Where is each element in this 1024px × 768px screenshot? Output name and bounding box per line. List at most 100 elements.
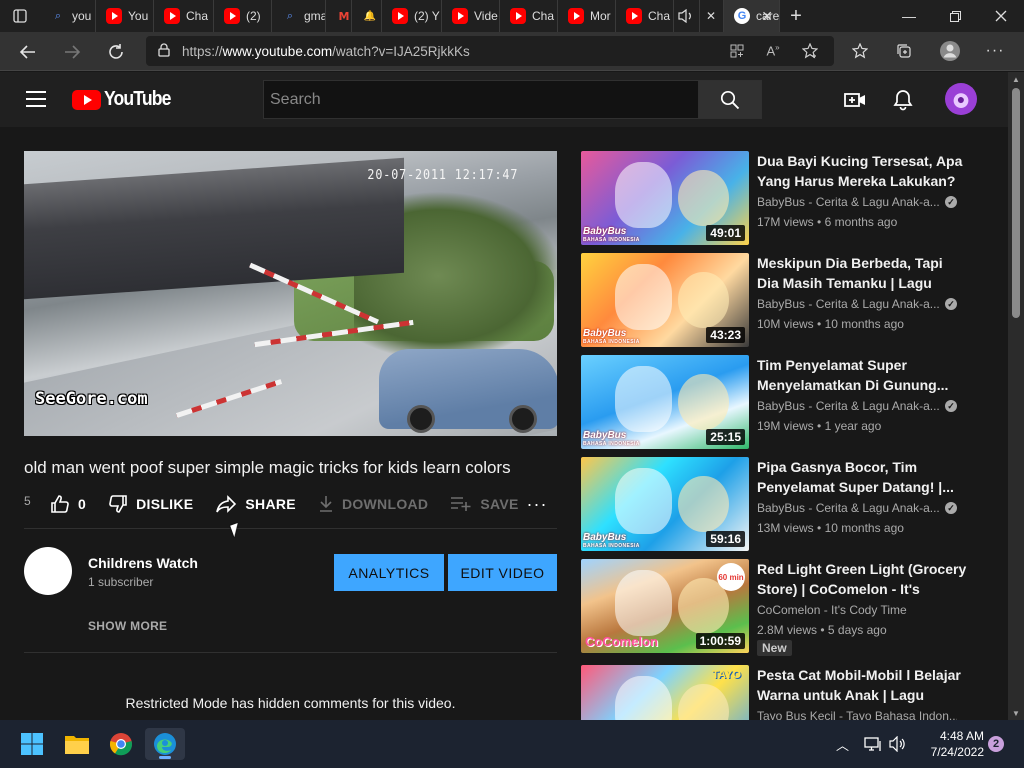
recommended-video-title[interactable]: Dua Bayi Kucing Tersesat, Apa Yang Harus… <box>757 151 967 191</box>
tab-close-button[interactable]: ✕ <box>700 0 724 32</box>
scroll-thumb[interactable] <box>1012 88 1020 318</box>
download-icon <box>318 495 334 513</box>
refresh-button[interactable] <box>94 32 138 71</box>
favorites-icon[interactable] <box>845 36 875 66</box>
recommended-video[interactable]: CoComelon 60 min 1:00:59 Red Light Green Li… <box>581 559 1001 656</box>
create-video-button[interactable] <box>840 85 870 115</box>
profile-icon[interactable] <box>935 36 965 66</box>
screen: ⌕ you You Cha (2) ⌕ gma M 🔔 (2) Y Vide Cha Mor Cha ✕ Gc… <box>0 0 1024 768</box>
menu-icon[interactable] <box>26 91 46 107</box>
recommended-video-title[interactable]: Pesta Cat Mobil-Mobil l Belajar Warna un… <box>757 665 967 705</box>
network-status[interactable] <box>864 720 882 768</box>
like-button[interactable]: 0 <box>50 494 86 514</box>
notification-badge[interactable]: 2 <box>988 736 1004 752</box>
show-hidden-icons[interactable]: ︿ <box>836 720 849 768</box>
app-available-icon[interactable] <box>722 36 752 66</box>
channel-avatar[interactable] <box>24 547 72 595</box>
tab-actions-button[interactable] <box>0 0 40 32</box>
scroll-up-icon[interactable]: ▲ <box>1008 72 1024 86</box>
minimize-button[interactable]: — <box>886 0 932 32</box>
restore-button[interactable] <box>932 0 978 32</box>
recommended-video[interactable]: BabyBus BAHASA INDONESIA 49:01 Dua Bayi Kuc… <box>581 151 1001 246</box>
forward-button[interactable] <box>50 32 94 71</box>
recommended-video-title[interactable]: Pipa Gasnya Bocor, Tim Penyelamat Super … <box>757 457 967 497</box>
start-button[interactable] <box>12 728 52 760</box>
browser-tab[interactable]: M <box>326 0 352 32</box>
recommended-video-title[interactable]: Meskipun Dia Berbeda, Tapi Dia Masih Tem… <box>757 253 967 293</box>
recommended-video[interactable]: BabyBus BAHASA INDONESIA 43:23 Meskipun Dia… <box>581 253 1001 348</box>
recommended-video[interactable]: TAYO Pesta Cat Mobil-Mobil l Belajar Warn… <box>581 665 1001 720</box>
youtube-logo[interactable]: YouTube <box>72 88 180 111</box>
new-tab-button[interactable]: + <box>780 0 812 32</box>
chrome-button[interactable] <box>101 728 141 760</box>
lock-icon[interactable] <box>146 42 182 60</box>
video-thumbnail[interactable]: TAYO <box>581 665 749 720</box>
browser-tab-strip: ⌕ you You Cha (2) ⌕ gma M 🔔 (2) Y Vide Cha Mor Cha ✕ Gc… <box>0 0 1024 32</box>
settings-more-icon[interactable]: ··· <box>980 36 1010 66</box>
account-avatar[interactable]: ● <box>945 83 977 115</box>
notifications-button[interactable] <box>888 85 918 115</box>
search-button[interactable] <box>698 80 762 119</box>
edge-button[interactable] <box>145 728 185 760</box>
browser-tab-label: you <box>72 9 92 23</box>
recommended-video[interactable]: BabyBus BAHASA INDONESIA 25:15 Tim Penyelam… <box>581 355 1001 450</box>
read-aloud-icon[interactable]: A» <box>758 36 788 66</box>
video-player[interactable]: 20-07-2011 12:17:47 SeeGore.com <box>24 151 557 436</box>
browser-tab[interactable]: ⌕ gma <box>272 0 326 32</box>
search-icon: ⌕ <box>286 9 294 22</box>
browser-tab[interactable]: Cha <box>500 0 558 32</box>
recommended-video-meta: 2.8M views • 5 days ago <box>757 623 887 637</box>
scroll-down-icon[interactable]: ▼ <box>1008 706 1024 720</box>
share-button[interactable]: SHARE <box>215 495 296 513</box>
thumbnail-character <box>678 271 729 329</box>
recommended-channel[interactable]: BabyBus - Cerita & Lagu Anak-a... ✓ <box>757 195 957 209</box>
video-thumbnail[interactable]: BabyBus BAHASA INDONESIA 49:01 <box>581 151 749 245</box>
volume-control[interactable] <box>889 720 907 768</box>
browser-tab-label: Mor <box>590 9 611 23</box>
browser-tab-active[interactable]: Gcare ✕ <box>724 0 780 32</box>
browser-tab[interactable]: Cha <box>616 0 674 32</box>
clock[interactable]: 4:48 AM 7/24/2022 <box>912 728 984 760</box>
tab-audio-indicator[interactable] <box>674 0 700 32</box>
tab-actions-icon <box>13 9 27 23</box>
recommended-video[interactable]: BabyBus BAHASA INDONESIA 59:16 Pipa Gasnya … <box>581 457 1001 552</box>
dislike-button[interactable]: DISLIKE <box>108 494 193 514</box>
recommended-channel[interactable]: BabyBus - Cerita & Lagu Anak-a... ✓ <box>757 501 957 515</box>
browser-tab[interactable]: 🔔 <box>352 0 382 32</box>
more-actions-icon[interactable]: ··· <box>527 492 547 516</box>
close-icon[interactable]: ✕ <box>761 8 773 25</box>
upload-age: 1 year ago <box>824 419 882 433</box>
recommended-video-title[interactable]: Tim Penyelamat Super Menyelamatkan Di Gu… <box>757 355 967 395</box>
page-scrollbar[interactable]: ▲ ▼ <box>1008 72 1024 720</box>
analytics-button[interactable]: ANALYTICS <box>334 554 444 591</box>
video-thumbnail[interactable]: BabyBus BAHASA INDONESIA 25:15 <box>581 355 749 449</box>
edit-video-button[interactable]: EDIT VIDEO <box>448 554 557 591</box>
google-icon: G <box>734 8 750 24</box>
babybus-logo: BabyBus BAHASA INDONESIA <box>583 328 640 345</box>
recommended-channel[interactable]: Tayo Bus Kecil - Tayo Bahasa Indon... <box>757 709 957 720</box>
browser-tab[interactable]: Cha <box>154 0 214 32</box>
save-button[interactable]: SAVE <box>450 496 518 512</box>
show-more-button[interactable]: SHOW MORE <box>88 619 167 633</box>
browser-tab[interactable]: You <box>96 0 154 32</box>
recommended-video-title[interactable]: Red Light Green Light (Grocery Store) | … <box>757 559 967 599</box>
channel-name[interactable]: Childrens Watch <box>88 555 198 571</box>
browser-tab[interactable]: Vide <box>442 0 500 32</box>
video-thumbnail[interactable]: CoComelon 60 min 1:00:59 <box>581 559 749 653</box>
add-favorite-icon[interactable] <box>795 36 825 66</box>
browser-tab[interactable]: Mor <box>558 0 616 32</box>
browser-tab[interactable]: (2) <box>214 0 272 32</box>
browser-tab[interactable]: (2) Y <box>382 0 442 32</box>
video-thumbnail[interactable]: BabyBus BAHASA INDONESIA 59:16 <box>581 457 749 551</box>
download-button[interactable]: DOWNLOAD <box>318 495 428 513</box>
recommended-channel[interactable]: BabyBus - Cerita & Lagu Anak-a... ✓ <box>757 399 957 413</box>
close-window-button[interactable] <box>978 0 1024 32</box>
file-explorer-button[interactable] <box>57 728 97 760</box>
collections-icon[interactable] <box>889 36 919 66</box>
video-thumbnail[interactable]: BabyBus BAHASA INDONESIA 43:23 <box>581 253 749 347</box>
browser-tab[interactable]: ⌕ you <box>40 0 96 32</box>
back-button[interactable] <box>6 32 50 71</box>
recommended-channel[interactable]: BabyBus - Cerita & Lagu Anak-a... ✓ <box>757 297 957 311</box>
recommended-channel[interactable]: CoComelon - It's Cody Time <box>757 603 957 617</box>
search-input[interactable]: Search <box>263 80 699 119</box>
